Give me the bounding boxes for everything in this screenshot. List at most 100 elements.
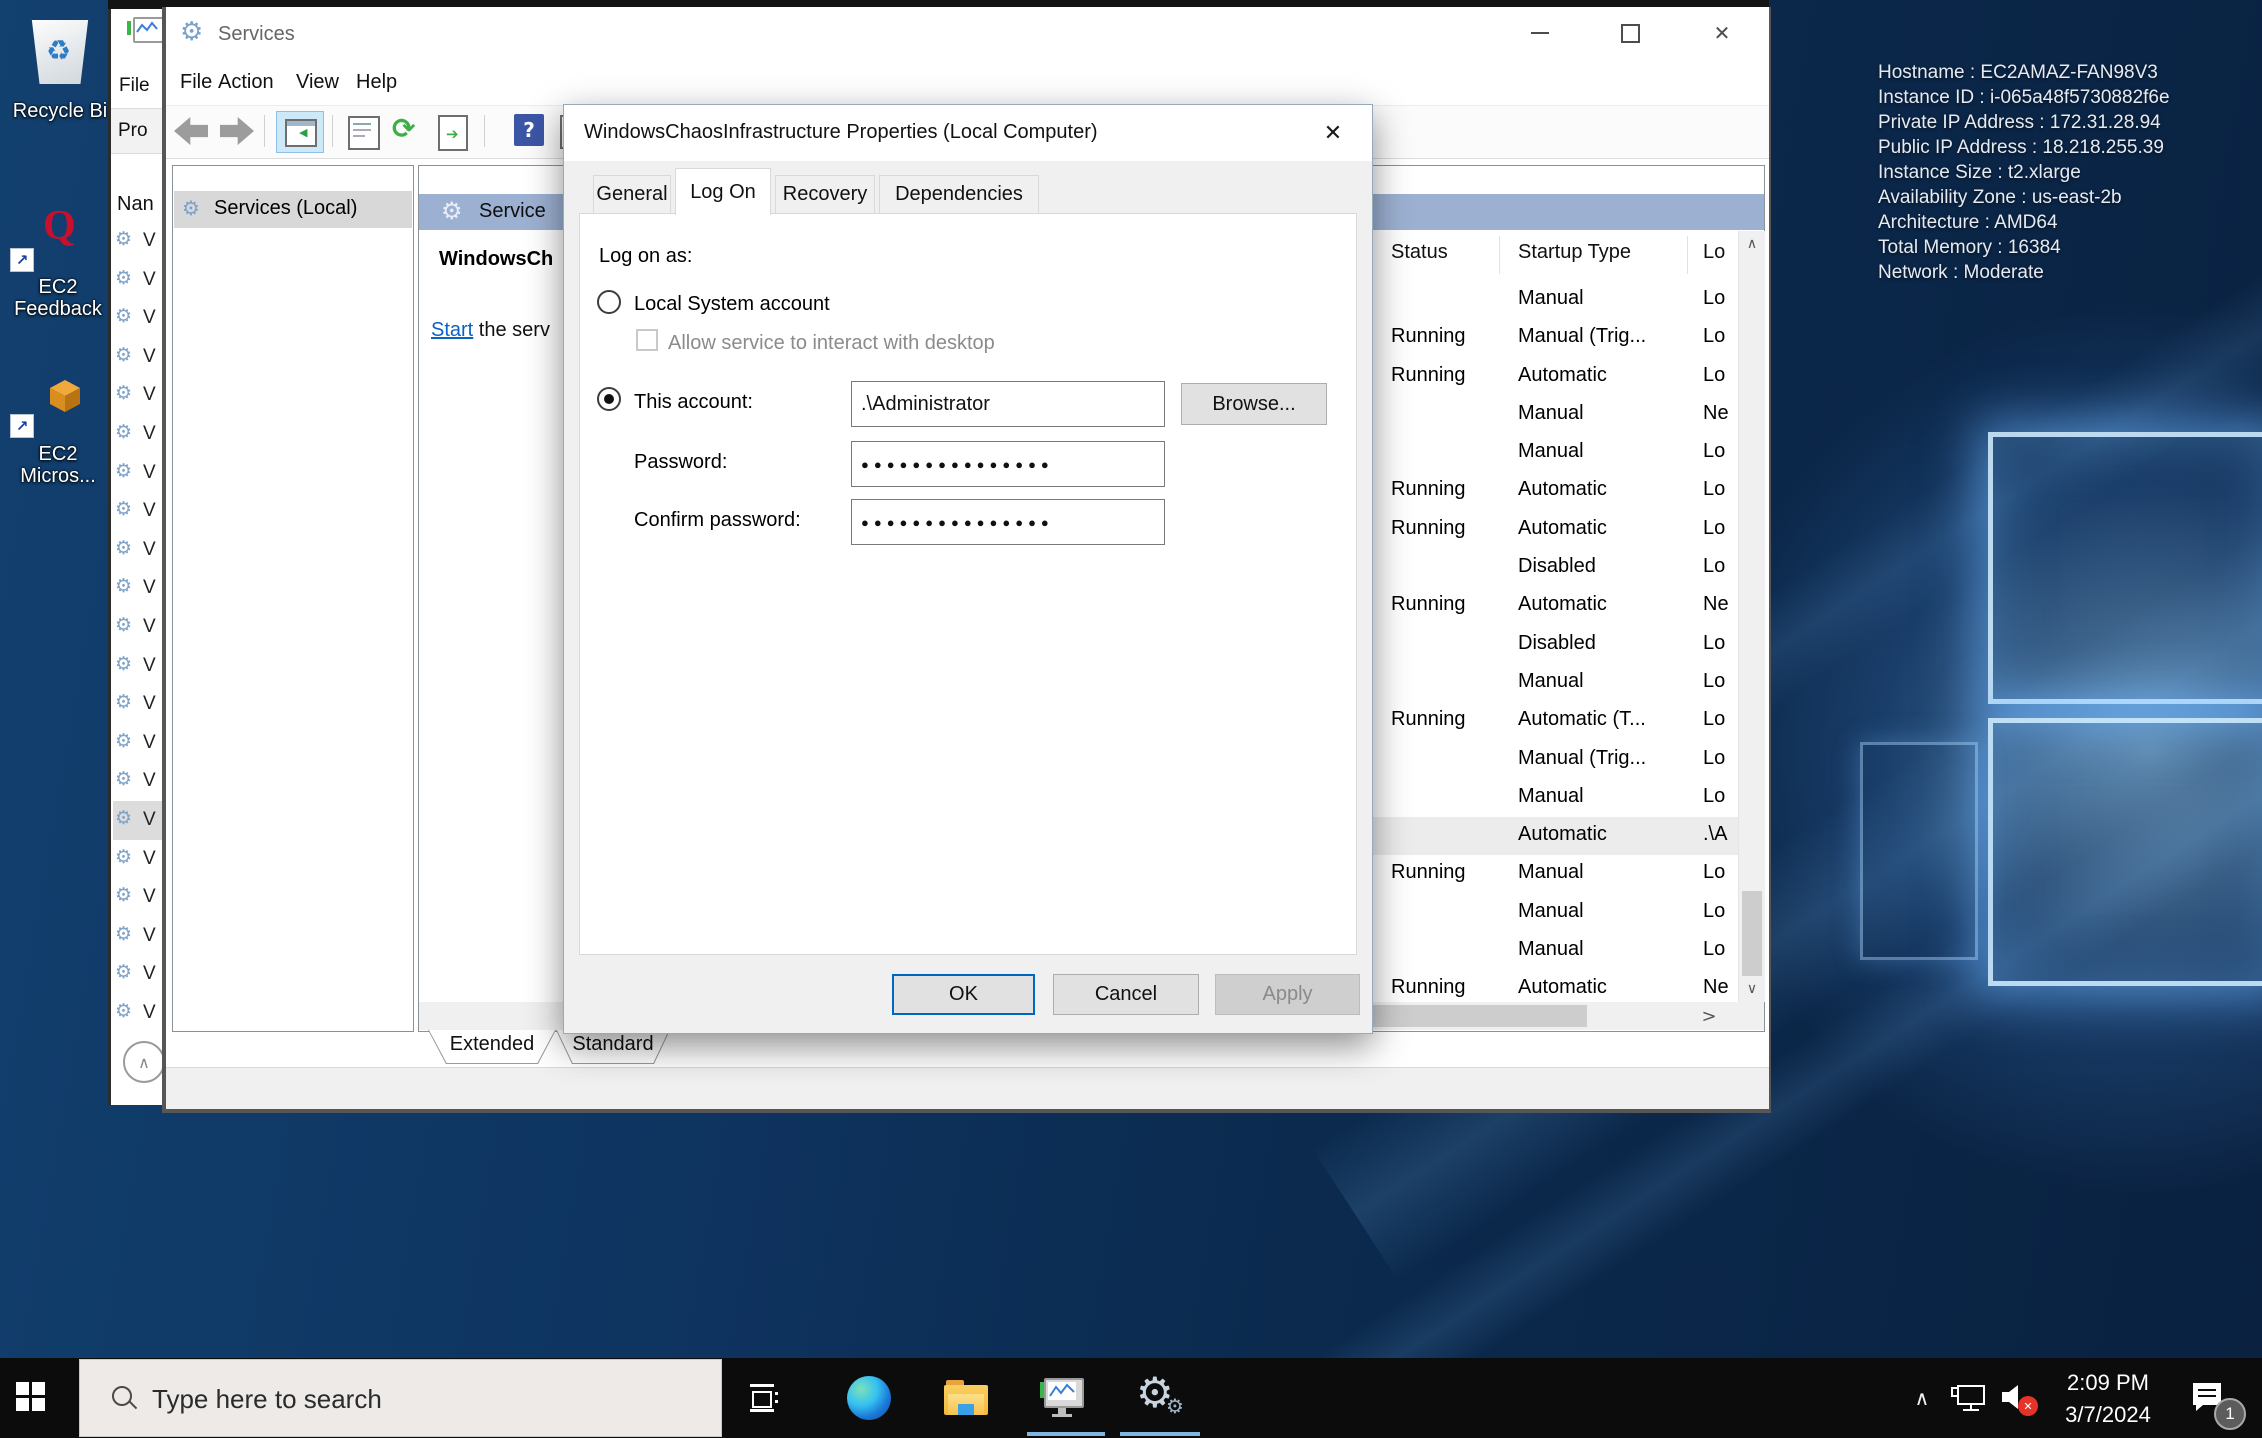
table-row[interactable]: RunningManual (Trig...Lo xyxy=(1372,319,1738,357)
services-app-taskbar-icon[interactable]: ⚙ ⚙ xyxy=(1136,1368,1188,1424)
interact-desktop-checkbox[interactable] xyxy=(636,329,658,351)
volume-muted-icon[interactable]: ✕ xyxy=(2000,1382,2044,1418)
tab-dependencies[interactable]: Dependencies xyxy=(879,175,1039,214)
background-list-item[interactable]: ⚙V xyxy=(113,994,168,1033)
background-list-item[interactable]: ⚙V xyxy=(113,492,168,531)
show-console-tree-button[interactable]: ◀ xyxy=(276,111,324,153)
column-header-status[interactable]: Status xyxy=(1391,241,1448,264)
help-icon[interactable]: ? xyxy=(514,114,544,146)
background-list-item[interactable]: ⚙V xyxy=(113,338,168,377)
table-row[interactable]: ManualLo xyxy=(1372,281,1738,319)
table-row[interactable]: RunningManualLo xyxy=(1372,855,1738,893)
search-input[interactable] xyxy=(80,1360,795,1438)
background-list-item[interactable]: ⚙V xyxy=(113,685,168,724)
tab-standard[interactable]: Standard xyxy=(556,1030,670,1064)
table-row[interactable]: ManualLo xyxy=(1372,434,1738,472)
tab-log-on[interactable]: Log On xyxy=(675,168,771,215)
local-system-radio[interactable] xyxy=(597,290,621,314)
column-header-startup-type[interactable]: Startup Type xyxy=(1518,241,1631,264)
table-row[interactable]: RunningAutomaticLo xyxy=(1372,511,1738,549)
file-explorer-icon[interactable] xyxy=(944,1380,988,1418)
background-list-item[interactable]: ⚙V xyxy=(113,724,168,763)
background-list-item[interactable]: ⚙V xyxy=(113,261,168,300)
apply-button[interactable]: Apply xyxy=(1215,974,1360,1015)
table-row[interactable]: ManualLo xyxy=(1372,894,1738,932)
tab-general[interactable]: General xyxy=(593,175,671,214)
background-list-item[interactable]: ⚙V xyxy=(113,222,168,261)
table-row[interactable]: RunningAutomatic (T...Lo xyxy=(1372,702,1738,740)
this-account-radio[interactable] xyxy=(597,387,621,411)
menu-view[interactable]: View xyxy=(296,71,339,94)
table-row[interactable]: Manual (Trig...Lo xyxy=(1372,741,1738,779)
table-row[interactable]: ManualLo xyxy=(1372,779,1738,817)
table-row[interactable]: ManualLo xyxy=(1372,664,1738,702)
scroll-down-icon[interactable]: ∨ xyxy=(1739,976,1765,1002)
dialog-close-icon[interactable]: ✕ xyxy=(1308,111,1358,155)
scroll-up-icon[interactable]: ∧ xyxy=(1739,231,1765,257)
dialog-title-bar[interactable]: WindowsChaosInfrastructure Properties (L… xyxy=(564,105,1372,161)
background-list-item[interactable]: ⚙V xyxy=(113,608,168,647)
desktop-icon-ec2-microservice[interactable]: ↗ EC2 Micros... xyxy=(6,378,110,496)
forward-icon[interactable] xyxy=(220,117,254,145)
export-list-icon[interactable]: ➔ xyxy=(438,115,468,151)
ok-button[interactable]: OK xyxy=(892,974,1035,1015)
table-row-selected[interactable]: Automatic.\A xyxy=(1372,817,1738,855)
table-row[interactable]: DisabledLo xyxy=(1372,626,1738,664)
background-menu-file[interactable]: File xyxy=(119,75,150,97)
table-row[interactable]: ManualNe xyxy=(1372,396,1738,434)
account-field[interactable] xyxy=(851,381,1165,427)
table-row[interactable]: ManualLo xyxy=(1372,932,1738,970)
background-list-item[interactable]: ⚙V xyxy=(113,917,168,956)
background-list-item[interactable]: ⚙V xyxy=(113,762,168,801)
tree-item-services-local[interactable]: ⚙ Services (Local) xyxy=(174,191,412,228)
vertical-scrollbar[interactable]: ∧ ∨ xyxy=(1738,231,1765,1002)
tray-chevron-up-icon[interactable]: ∧ xyxy=(1902,1380,1942,1416)
close-button[interactable]: ✕ xyxy=(1692,13,1752,53)
background-list-item[interactable]: ⚙V xyxy=(113,454,168,493)
scroll-up-circle-button[interactable]: ∧ xyxy=(123,1041,165,1083)
background-list-item[interactable]: ⚙V xyxy=(113,955,168,994)
maximize-button[interactable] xyxy=(1600,13,1660,53)
scroll-right-icon[interactable]: > xyxy=(1695,1002,1723,1030)
background-list-item[interactable]: ⚙V xyxy=(113,531,168,570)
perfmon-app-icon[interactable] xyxy=(1040,1378,1084,1418)
background-list-item-selected[interactable]: ⚙V xyxy=(113,801,168,840)
confirm-password-field[interactable] xyxy=(851,499,1165,545)
table-row[interactable]: RunningAutomaticLo xyxy=(1372,472,1738,510)
browse-button[interactable]: Browse... xyxy=(1181,383,1327,425)
background-list-item[interactable]: ⚙V xyxy=(113,376,168,415)
minimize-button[interactable] xyxy=(1510,13,1570,53)
menu-file[interactable]: File xyxy=(180,71,212,94)
start-button[interactable] xyxy=(16,1382,46,1412)
background-list-item[interactable]: ⚙V xyxy=(113,299,168,338)
refresh-icon[interactable]: ⟳ xyxy=(392,112,415,145)
background-list-item[interactable]: ⚙V xyxy=(113,569,168,608)
menu-help[interactable]: Help xyxy=(356,71,397,94)
scrollbar-thumb[interactable] xyxy=(1742,891,1762,976)
menu-action[interactable]: Action xyxy=(218,71,274,94)
tab-extended[interactable]: Extended xyxy=(428,1030,556,1064)
network-icon[interactable] xyxy=(1950,1384,1990,1414)
title-bar[interactable]: ⚙ Services ✕ xyxy=(166,7,1769,60)
table-row[interactable]: RunningAutomaticLo xyxy=(1372,358,1738,396)
table-row[interactable]: DisabledLo xyxy=(1372,549,1738,587)
start-service-link[interactable]: Start xyxy=(431,319,473,341)
desktop-icon-ec2-feedback[interactable]: Q ↗ EC2 Feedback xyxy=(6,208,110,323)
desktop-icon-recycle-bin[interactable]: ♻ Recycle Bi xyxy=(12,14,108,126)
search-box[interactable] xyxy=(79,1359,722,1437)
column-header-log-on-as[interactable]: Lo xyxy=(1703,241,1725,264)
task-view-icon[interactable] xyxy=(742,1378,786,1418)
password-field[interactable] xyxy=(851,441,1165,487)
properties-icon[interactable] xyxy=(348,116,380,150)
action-center-icon[interactable]: 1 xyxy=(2190,1380,2250,1430)
table-row[interactable]: RunningAutomaticNe xyxy=(1372,970,1738,1002)
cancel-button[interactable]: Cancel xyxy=(1053,974,1199,1015)
background-service-list[interactable]: ⚙V ⚙V ⚙V ⚙V ⚙V ⚙V ⚙V ⚙V ⚙V ⚙V ⚙V ⚙V ⚙V ⚙… xyxy=(113,222,168,1034)
tab-recovery[interactable]: Recovery xyxy=(775,175,875,214)
background-list-item[interactable]: ⚙V xyxy=(113,647,168,686)
background-list-item[interactable]: ⚙V xyxy=(113,415,168,454)
clock[interactable]: 2:09 PM 3/7/2024 xyxy=(2043,1366,2173,1430)
background-window[interactable]: File Pro Nan ⚙V ⚙V ⚙V ⚙V ⚙V ⚙V ⚙V ⚙V ⚙V … xyxy=(108,9,169,1105)
edge-browser-icon[interactable] xyxy=(847,1376,891,1420)
background-list-item[interactable]: ⚙V xyxy=(113,840,168,879)
